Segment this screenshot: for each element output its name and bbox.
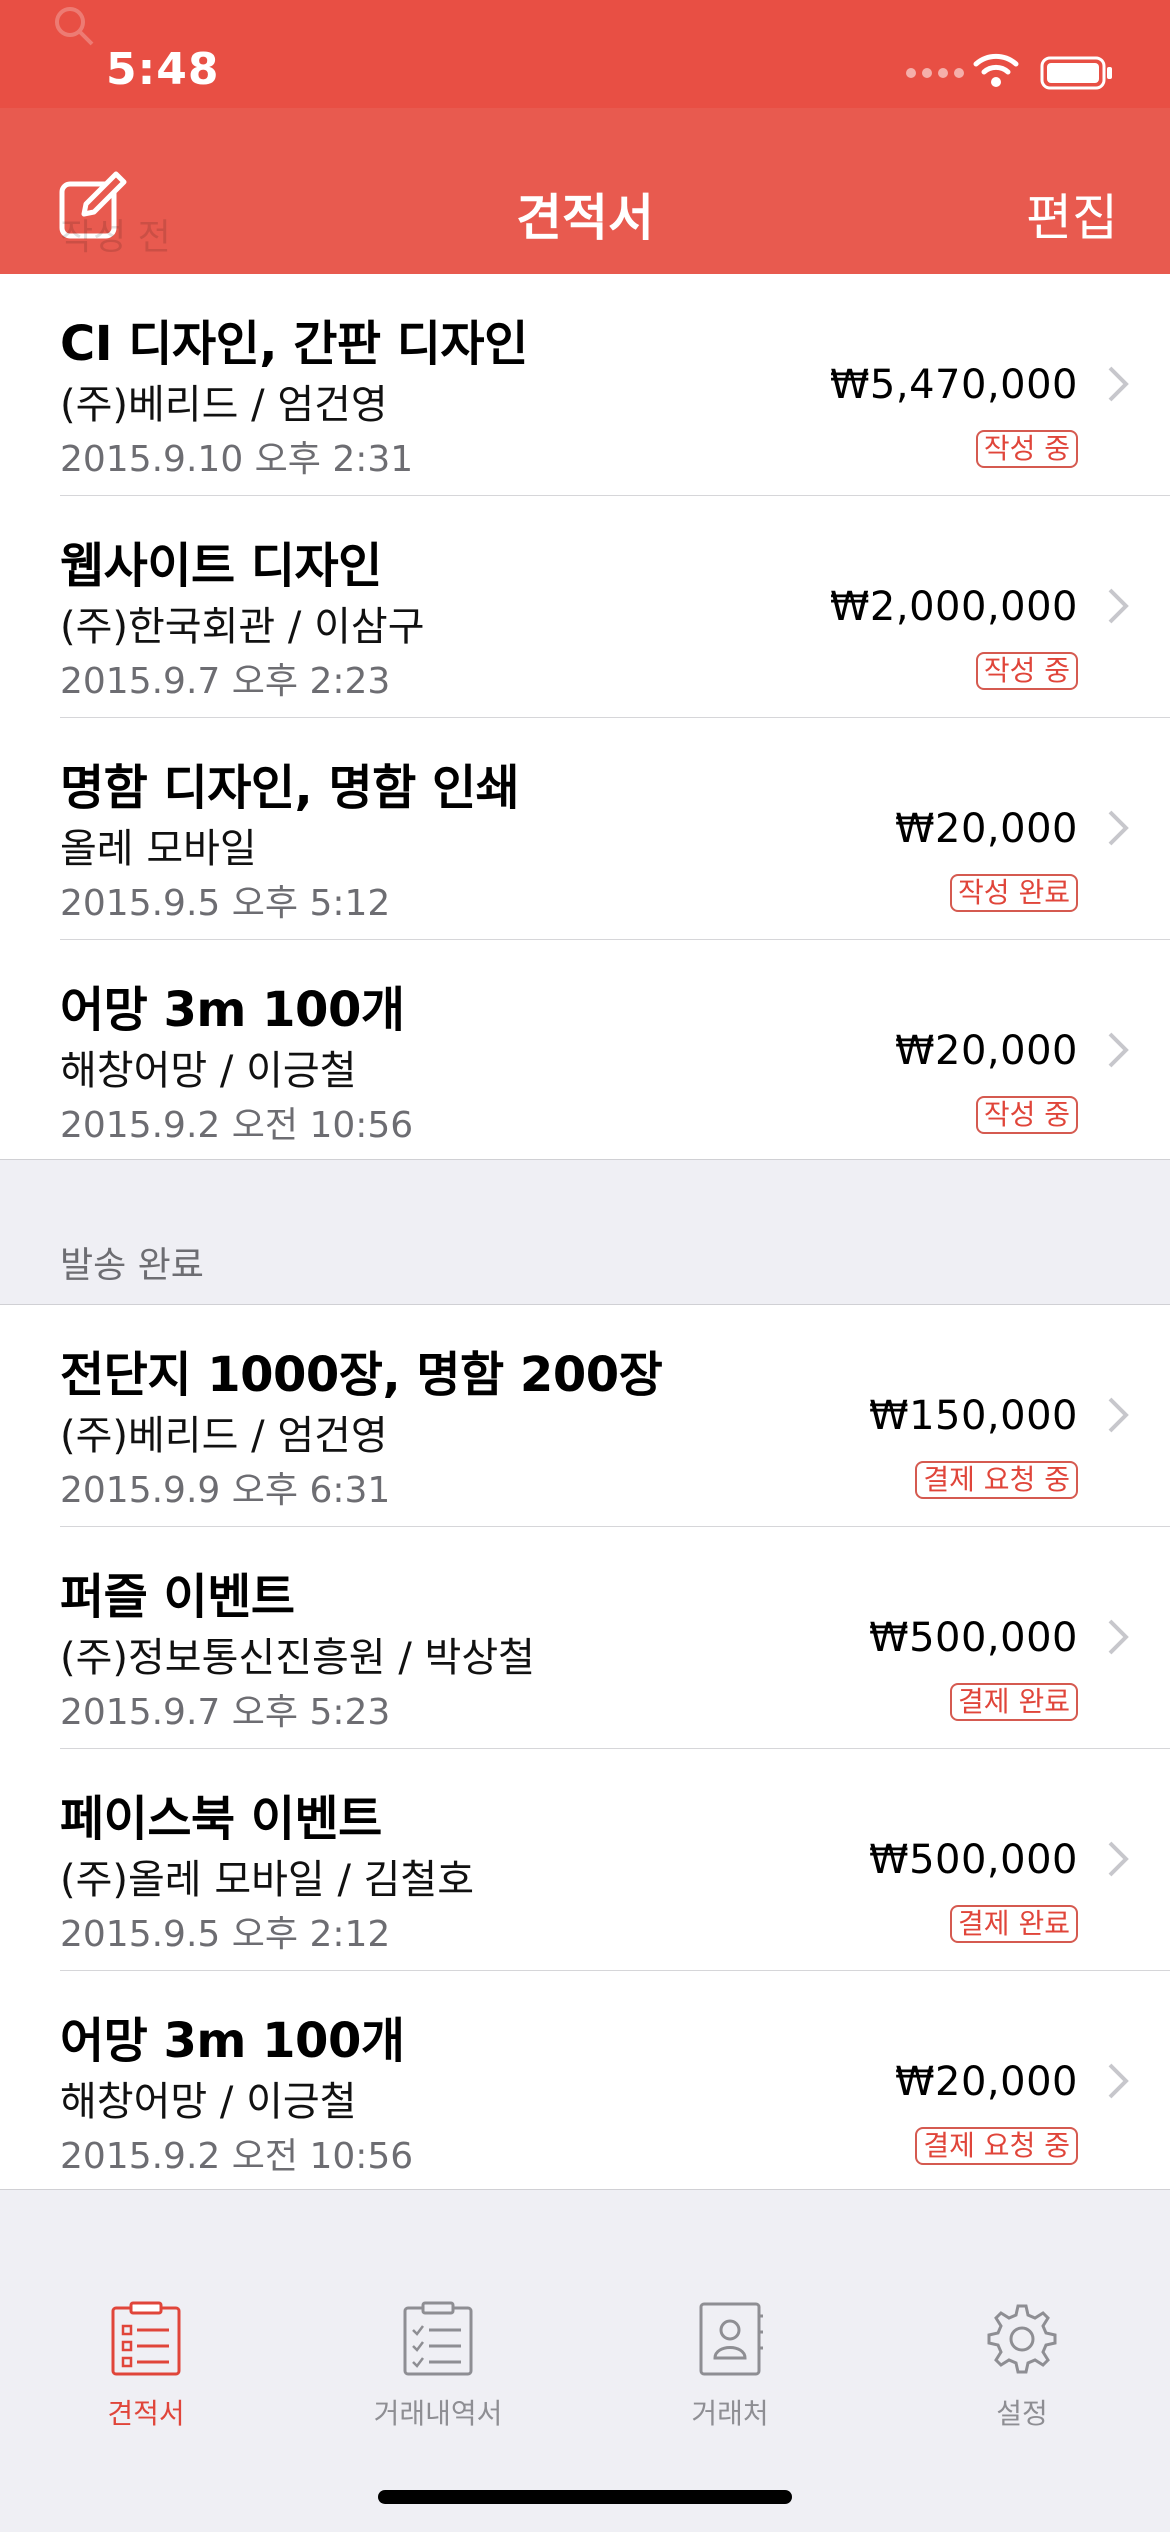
item-title: 명함 디자인, 명함 인쇄: [60, 760, 520, 816]
chevron-right-icon: [1108, 1841, 1129, 1877]
status-badge: 작성 중: [975, 1096, 1078, 1134]
status-badge: 결제 완료: [950, 1905, 1078, 1943]
section-header-sent: 발송 완료: [60, 1245, 204, 1286]
item-amount: ₩150,000: [869, 1393, 1078, 1439]
item-client: (주)베리드 / 엄건영: [60, 1413, 388, 1459]
list-item[interactable]: 어망 3m 100개 해창어망 / 이긍철 2015.9.2 오전 10:56 …: [0, 940, 1170, 1162]
chevron-right-icon: [1108, 2063, 1129, 2099]
tab-label: 견적서: [107, 2397, 185, 2430]
item-date: 2015.9.7 오후 2:23: [60, 661, 391, 702]
item-client: 올레 모바일: [60, 826, 257, 872]
item-client: (주)올레 모바일 / 김철호: [60, 1857, 475, 1903]
status-badge: 작성 중: [975, 652, 1078, 690]
item-title: 전단지 1000장, 명함 200장: [60, 1347, 663, 1403]
draft-estimate-list: CI 디자인, 간판 디자인 (주)베리드 / 엄건영 2015.9.10 오후…: [0, 274, 1170, 1160]
item-date: 2015.9.10 오후 2:31: [60, 439, 414, 480]
item-client: (주)베리드 / 엄건영: [60, 382, 388, 428]
item-title: 웹사이트 디자인: [60, 538, 382, 594]
wifi-icon: [973, 53, 1019, 87]
item-amount: ₩500,000: [869, 1837, 1078, 1883]
item-client: 해창어망 / 이긍철: [60, 2079, 357, 2125]
tab-label: 거래내역서: [373, 2397, 503, 2430]
tab-transaction-list[interactable]: 거래내역서: [292, 2300, 584, 2432]
tab-settings[interactable]: 설정: [876, 2300, 1168, 2432]
item-title: 어망 3m 100개: [60, 2013, 405, 2069]
tab-estimate[interactable]: 견적서: [0, 2300, 292, 2432]
signal-dots-icon: [906, 68, 964, 78]
chevron-right-icon: [1108, 588, 1129, 624]
item-date: 2015.9.2 오전 10:56: [60, 1105, 414, 1146]
list-item[interactable]: 페이스북 이벤트 (주)올레 모바일 / 김철호 2015.9.5 오후 2:1…: [0, 1749, 1170, 1971]
contacts-icon: [699, 2302, 763, 2376]
item-title: 어망 3m 100개: [60, 982, 405, 1038]
item-client: 해창어망 / 이긍철: [60, 1048, 357, 1094]
transaction-list-icon: [403, 2301, 473, 2376]
status-time: 5:48: [106, 44, 220, 95]
chevron-right-icon: [1108, 1619, 1129, 1655]
chevron-right-icon: [1108, 1397, 1129, 1433]
item-title: 페이스북 이벤트: [60, 1791, 382, 1847]
status-bar: 5:48: [0, 0, 1170, 108]
item-title: 퍼즐 이벤트: [60, 1569, 295, 1625]
item-date: 2015.9.5 오후 2:12: [60, 1914, 391, 1955]
tab-contacts[interactable]: 거래처: [584, 2300, 876, 2432]
search-icon: [55, 7, 94, 46]
home-indicator[interactable]: [378, 2490, 792, 2504]
chevron-right-icon: [1108, 366, 1129, 402]
tab-label: 거래처: [691, 2397, 769, 2430]
list-item[interactable]: 명함 디자인, 명함 인쇄 올레 모바일 2015.9.5 오후 5:12 ₩2…: [0, 718, 1170, 940]
status-badge: 작성 중: [975, 430, 1078, 468]
status-badge: 결제 완료: [950, 1683, 1078, 1721]
item-amount: ₩2,000,000: [829, 584, 1078, 630]
item-amount: ₩500,000: [869, 1615, 1078, 1661]
tab-label: 설정: [996, 2397, 1048, 2430]
chevron-right-icon: [1108, 1032, 1129, 1068]
item-amount: ₩20,000: [894, 806, 1078, 852]
tab-bar: 견적서 거래내역서 거래처 설정: [0, 2190, 1170, 2532]
status-badge: 작성 완료: [950, 874, 1078, 912]
battery-icon: [1040, 56, 1112, 90]
gear-icon: [987, 2304, 1057, 2374]
navigation-bar: 작성 전 견적서 편집: [0, 108, 1170, 274]
sent-estimate-list: 전단지 1000장, 명함 200장 (주)베리드 / 엄건영 2015.9.9…: [0, 1304, 1170, 2190]
list-item[interactable]: 퍼즐 이벤트 (주)정보통신진흥원 / 박상철 2015.9.7 오후 5:23…: [0, 1527, 1170, 1749]
item-date: 2015.9.5 오후 5:12: [60, 883, 391, 924]
estimate-icon: [111, 2301, 181, 2376]
list-item[interactable]: 전단지 1000장, 명함 200장 (주)베리드 / 엄건영 2015.9.9…: [0, 1305, 1170, 1527]
chevron-right-icon: [1108, 810, 1129, 846]
edit-button[interactable]: 편집: [1026, 178, 1118, 250]
list-item[interactable]: 어망 3m 100개 해창어망 / 이긍철 2015.9.2 오전 10:56 …: [0, 1971, 1170, 2193]
item-date: 2015.9.9 오후 6:31: [60, 1470, 391, 1511]
item-amount: ₩5,470,000: [829, 362, 1078, 408]
list-item[interactable]: CI 디자인, 간판 디자인 (주)베리드 / 엄건영 2015.9.10 오후…: [0, 274, 1170, 496]
page-title: 견적서: [516, 189, 654, 247]
status-badge: 결제 요청 중: [915, 1461, 1078, 1499]
status-badge: 결제 요청 중: [915, 2127, 1078, 2165]
list-item[interactable]: 웹사이트 디자인 (주)한국회관 / 이삼구 2015.9.7 오후 2:23 …: [0, 496, 1170, 718]
item-client: (주)한국회관 / 이삼구: [60, 604, 425, 650]
item-amount: ₩20,000: [894, 2059, 1078, 2105]
item-title: CI 디자인, 간판 디자인: [60, 316, 528, 372]
item-date: 2015.9.2 오전 10:56: [60, 2136, 414, 2177]
item-amount: ₩20,000: [894, 1028, 1078, 1074]
item-client: (주)정보통신진흥원 / 박상철: [60, 1635, 535, 1681]
item-date: 2015.9.7 오후 5:23: [60, 1692, 391, 1733]
